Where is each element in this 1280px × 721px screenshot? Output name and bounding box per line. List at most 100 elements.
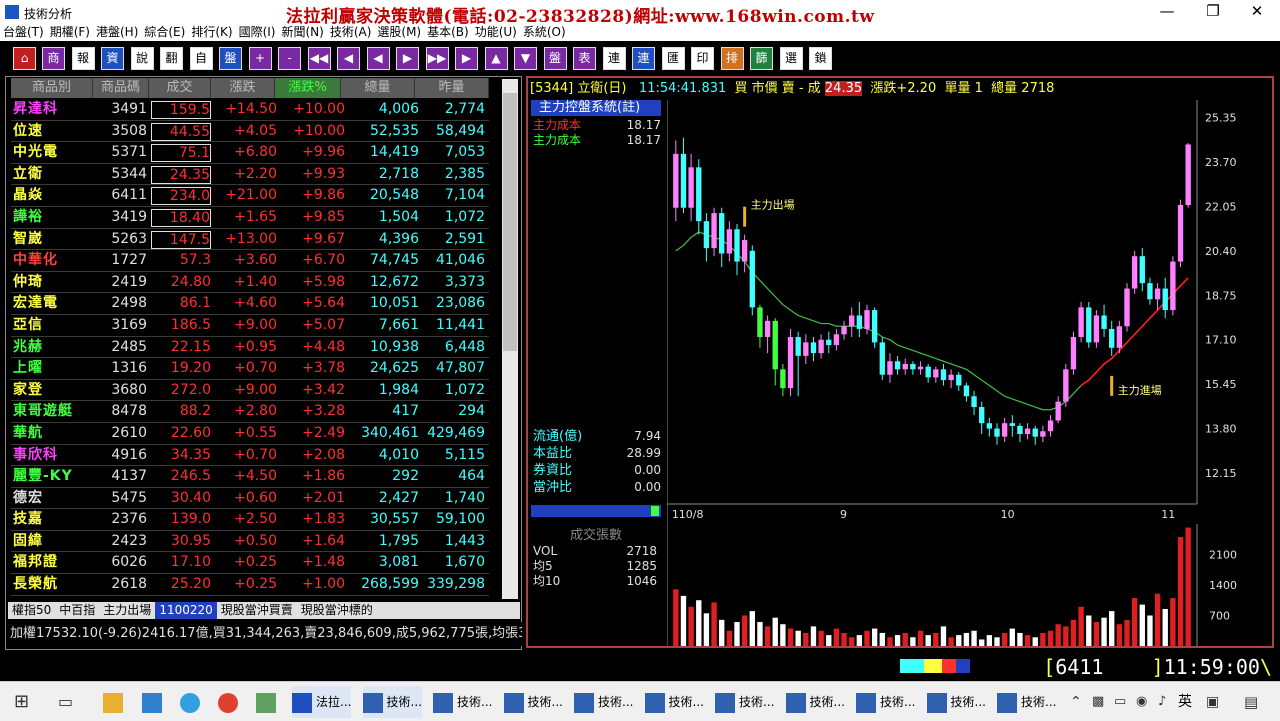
chrome-icon[interactable] bbox=[218, 686, 242, 718]
quote-row[interactable]: 中光電 5371 75.1 +6.80 +9.96 14,419 7,053 bbox=[11, 142, 489, 164]
quote-row[interactable]: 位速 3508 44.55 +4.05 +10.00 52,535 58,494 bbox=[11, 121, 489, 143]
toolbar-button-23[interactable]: 排 bbox=[720, 47, 744, 70]
menu-item-2[interactable]: 港盤(H) bbox=[93, 24, 141, 41]
column-header-4[interactable]: 漲跌% bbox=[275, 78, 341, 98]
quote-tab-1[interactable]: 中百指 bbox=[55, 602, 99, 619]
quote-row[interactable]: 華航 2610 22.60 +0.55 +2.49 340,461 429,469 bbox=[11, 423, 489, 445]
toolbar-button-26[interactable]: 鎖 bbox=[809, 47, 832, 70]
taskbar-app-7[interactable]: 技術... bbox=[785, 686, 845, 718]
file-explorer-icon[interactable] bbox=[103, 686, 127, 718]
quote-tab-3[interactable]: 1100220 bbox=[155, 602, 217, 619]
task-view-icon[interactable]: ▭ bbox=[58, 686, 73, 718]
quote-row[interactable]: 德宏 5475 30.40 +0.60 +2.01 2,427 1,740 bbox=[11, 488, 489, 510]
toolbar-button-12[interactable]: ▶ bbox=[396, 47, 419, 70]
column-header-6[interactable]: 昨量 bbox=[415, 78, 489, 98]
tray-network-icon[interactable]: ▩ bbox=[1092, 686, 1104, 718]
quote-row[interactable]: 仲琦 2419 24.80 +1.40 +5.98 12,672 3,373 bbox=[11, 272, 489, 294]
toolbar-button-7[interactable]: + bbox=[248, 47, 272, 70]
network-folder-icon[interactable] bbox=[142, 686, 166, 718]
quote-row[interactable]: 中華化 1727 57.3 +3.60 +6.70 74,745 41,046 bbox=[11, 250, 489, 272]
indicator-title[interactable]: 主力控盤系統(註) bbox=[531, 100, 661, 116]
menu-item-8[interactable]: 選股(M) bbox=[374, 24, 424, 41]
ime-indicator[interactable]: 英 bbox=[1178, 686, 1192, 718]
column-header-1[interactable]: 商品碼 bbox=[93, 78, 149, 98]
toolbar-button-17[interactable]: 盤 bbox=[543, 47, 567, 70]
minimize-icon[interactable]: — bbox=[1144, 0, 1190, 24]
quote-tab-4[interactable]: 現股當沖買賣 bbox=[217, 602, 297, 619]
toolbar-button-4[interactable]: 翻 bbox=[160, 47, 183, 70]
close-icon[interactable]: ✕ bbox=[1234, 0, 1280, 24]
quote-scrollbar[interactable] bbox=[502, 79, 518, 599]
taskbar-app-10[interactable]: 技術... bbox=[997, 686, 1056, 718]
menu-item-6[interactable]: 新聞(N) bbox=[278, 24, 326, 41]
quote-tab-2[interactable]: 主力出場 bbox=[99, 602, 155, 619]
chart-scroll-thumb[interactable] bbox=[651, 506, 659, 516]
quote-row[interactable]: 兆赫 2485 22.15 +0.95 +4.48 10,938 6,448 bbox=[11, 337, 489, 359]
taskbar-app-4[interactable]: 技術... bbox=[574, 686, 633, 718]
restore-icon[interactable]: ❐ bbox=[1190, 0, 1236, 24]
toolbar-button-21[interactable]: 匯 bbox=[661, 47, 685, 70]
toolbar-button-18[interactable]: 表 bbox=[573, 47, 596, 70]
menu-item-7[interactable]: 技術(A) bbox=[327, 24, 375, 41]
quote-row[interactable]: 昇達科 3491 159.5 +14.50 +10.00 4,006 2,774 bbox=[11, 99, 489, 121]
ime-mode-icon[interactable]: ▣ bbox=[1206, 686, 1219, 718]
menu-item-5[interactable]: 國際(I) bbox=[236, 24, 279, 41]
column-header-5[interactable]: 總量 bbox=[341, 78, 415, 98]
toolbar-button-10[interactable]: ◀ bbox=[337, 47, 360, 70]
taskbar-app-1[interactable]: 技術... bbox=[362, 686, 422, 718]
menu-item-11[interactable]: 系統(O) bbox=[520, 24, 569, 41]
tray-battery-icon[interactable]: ▭ bbox=[1114, 686, 1126, 718]
quote-row[interactable]: 譁裕 3419 18.40 +1.65 +9.85 1,504 1,072 bbox=[11, 207, 489, 229]
toolbar-button-5[interactable]: 自 bbox=[189, 47, 213, 70]
quote-row[interactable]: 晶焱 6411 234.0 +21.00 +9.86 20,548 7,104 bbox=[11, 185, 489, 207]
tools-icon[interactable] bbox=[256, 686, 280, 718]
menu-item-10[interactable]: 功能(U) bbox=[472, 24, 520, 41]
taskbar-app-0[interactable]: 法拉... bbox=[292, 686, 352, 718]
quote-row[interactable]: 福邦證 6026 17.10 +0.25 +1.48 3,081 1,670 bbox=[11, 552, 489, 575]
toolbar-button-3[interactable]: 說 bbox=[130, 47, 154, 70]
column-header-0[interactable]: 商品別 bbox=[11, 78, 93, 98]
quote-row[interactable]: 亞信 3169 186.5 +9.00 +5.07 7,661 11,441 bbox=[11, 315, 489, 337]
toolbar-button-15[interactable]: ▲ bbox=[484, 47, 508, 70]
candlestick-chart[interactable]: 25.35 23.70 22.05 20.40 18.75 17.10 15.45 13.80… bbox=[667, 100, 1268, 524]
quote-row[interactable]: 東哥遊艇 8478 88.2 +2.80 +3.28 417 294 bbox=[11, 401, 489, 423]
quote-row[interactable]: 長榮航 2618 25.20 +0.25 +1.00 268,599 339,298 bbox=[11, 574, 489, 596]
menu-item-4[interactable]: 排行(K) bbox=[188, 24, 235, 41]
quote-row[interactable]: 固緯 2423 30.95 +0.50 +1.64 1,795 1,443 bbox=[11, 531, 489, 553]
scrollbar-thumb[interactable] bbox=[503, 93, 517, 351]
quote-tab-0[interactable]: 權指50 bbox=[8, 602, 55, 619]
column-header-2[interactable]: 成交 bbox=[149, 78, 211, 98]
quote-row[interactable]: 技嘉 2376 139.0 +2.50 +1.83 30,557 59,100 bbox=[11, 509, 489, 531]
windows-start-icon[interactable]: ⊞ bbox=[14, 686, 29, 718]
home-icon[interactable]: ⌂ bbox=[13, 47, 36, 70]
toolbar-button-0[interactable]: 商 bbox=[42, 47, 65, 70]
toolbar-button-22[interactable]: 印 bbox=[691, 47, 714, 70]
toolbar-button-9[interactable]: ◀◀ bbox=[307, 47, 331, 70]
taskbar-app-3[interactable]: 技術... bbox=[503, 686, 563, 718]
taskbar-app-9[interactable]: 技術... bbox=[926, 686, 986, 718]
toolbar-button-25[interactable]: 選 bbox=[779, 47, 803, 70]
menu-item-1[interactable]: 期權(F) bbox=[47, 24, 93, 41]
column-header-3[interactable]: 漲跌 bbox=[211, 78, 275, 98]
quote-row[interactable]: 宏達電 2498 86.1 +4.60 +5.64 10,051 23,086 bbox=[11, 293, 489, 315]
menu-item-9[interactable]: 基本(B) bbox=[424, 24, 472, 41]
quote-row[interactable]: 麗豐-KY 4137 246.5 +4.50 +1.86 292 464 bbox=[11, 466, 489, 488]
quote-row[interactable]: 上曜 1316 19.20 +0.70 +3.78 24,625 47,807 bbox=[11, 358, 489, 380]
toolbar-button-8[interactable]: - bbox=[278, 47, 301, 70]
taskbar-app-5[interactable]: 技術... bbox=[644, 686, 704, 718]
taskbar-app-8[interactable]: 技術... bbox=[856, 686, 915, 718]
quote-row[interactable]: 智崴 5263 147.5 +13.00 +9.67 4,396 2,591 bbox=[11, 229, 489, 251]
menu-item-0[interactable]: 台盤(T) bbox=[0, 24, 47, 41]
notification-icon[interactable]: ▤ bbox=[1244, 686, 1258, 718]
menu-item-3[interactable]: 綜合(E) bbox=[141, 24, 188, 41]
toolbar-button-16[interactable]: ▼ bbox=[514, 47, 537, 70]
quote-row[interactable]: 家登 3680 272.0 +9.00 +3.42 1,984 1,072 bbox=[11, 380, 489, 402]
taskbar-app-6[interactable]: 技術... bbox=[715, 686, 774, 718]
toolbar-button-6[interactable]: 盤 bbox=[219, 47, 242, 70]
volume-chart[interactable]: 2100 1400 700 bbox=[667, 524, 1268, 646]
toolbar-button-1[interactable]: 報 bbox=[71, 47, 95, 70]
toolbar-button-20[interactable]: 連 bbox=[632, 47, 655, 70]
quote-row[interactable]: 事欣科 4916 34.35 +0.70 +2.08 4,010 5,115 bbox=[11, 445, 489, 467]
toolbar-button-11[interactable]: ◀ bbox=[366, 47, 390, 70]
quote-row[interactable]: 立衛 5344 24.35 +2.20 +9.93 2,718 2,385 bbox=[11, 164, 489, 186]
